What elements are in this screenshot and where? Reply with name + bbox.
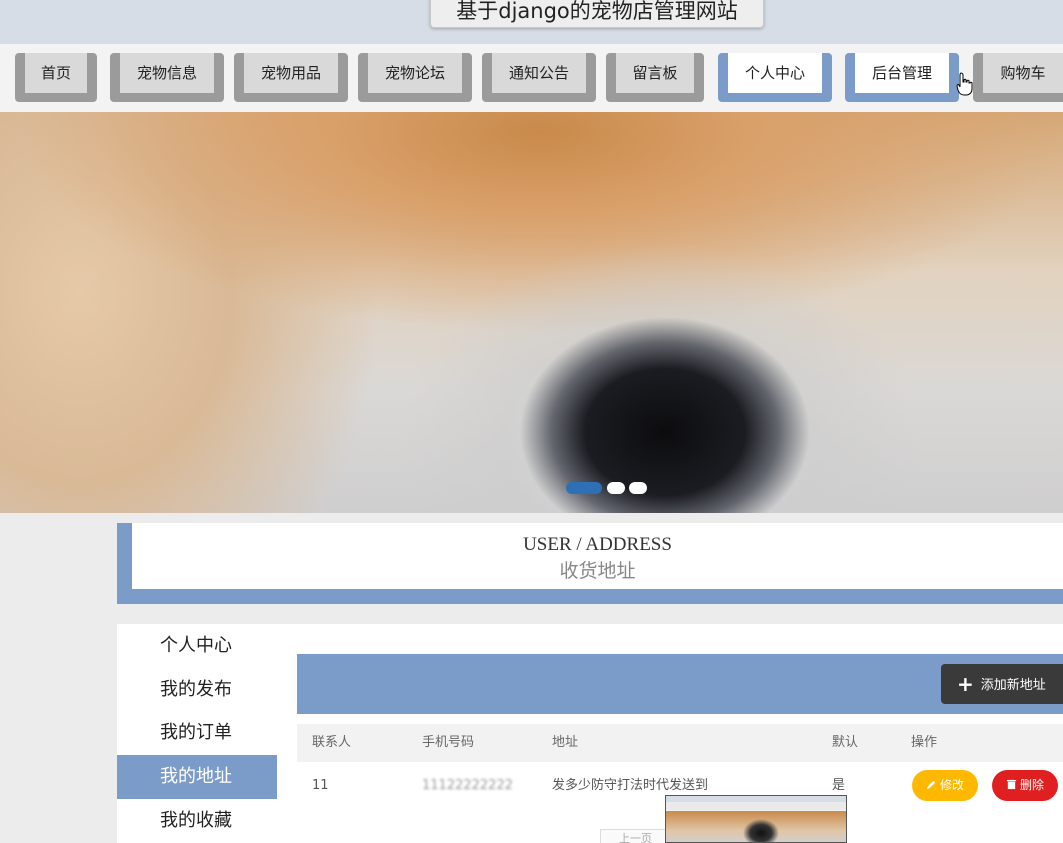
- nav-message-board[interactable]: 留言板: [606, 53, 704, 102]
- nav-admin[interactable]: 后台管理: [845, 53, 959, 102]
- section-title-cn: 收货地址: [559, 560, 636, 582]
- table-header: 联系人 手机号码 地址 默认 操作: [297, 724, 1063, 762]
- sidebar-item-personal-center[interactable]: 个人中心: [117, 624, 277, 668]
- site-title: 基于django的宠物店管理网站: [430, 0, 764, 28]
- carousel-dot-3[interactable]: [629, 482, 647, 494]
- delete-label: 删除: [1019, 778, 1044, 792]
- nav-pet-forum[interactable]: 宠物论坛: [358, 53, 472, 102]
- nav-notices[interactable]: 通知公告: [482, 53, 596, 102]
- thumb-nav: [666, 802, 846, 810]
- banner-image: [0, 112, 1063, 513]
- nav-home[interactable]: 首页: [15, 53, 97, 102]
- nav-label: 留言板: [616, 53, 694, 93]
- delete-button[interactable]: 删除: [992, 770, 1058, 801]
- nav-label: 购物车: [983, 53, 1063, 93]
- section-title-en: USER / ADDRESS: [523, 534, 672, 555]
- nav-label: 首页: [25, 53, 87, 93]
- thumb-banner: [666, 811, 846, 842]
- nav-personal-center[interactable]: 个人中心: [718, 53, 832, 102]
- nav-label: 个人中心: [728, 53, 822, 93]
- sidebar-item-my-posts[interactable]: 我的发布: [117, 668, 277, 712]
- plus-icon: +: [957, 672, 974, 696]
- edit-label: 修改: [939, 778, 964, 792]
- nav-cart[interactable]: 购物车: [973, 53, 1063, 102]
- carousel-dot-1[interactable]: [566, 482, 602, 494]
- nav-pet-supplies[interactable]: 宠物用品: [234, 53, 348, 102]
- section-header-panel: USER / ADDRESS 收货地址: [132, 523, 1063, 589]
- top-bar: 基于django的宠物店管理网站: [0, 0, 1063, 44]
- nav-label: 后台管理: [855, 53, 949, 93]
- pager-prev[interactable]: 上一页: [600, 829, 670, 843]
- trash-icon: [1006, 779, 1017, 790]
- col-phone: 手机号码: [422, 735, 475, 750]
- nav-label: 宠物信息: [120, 53, 214, 93]
- edit-button[interactable]: 修改: [912, 770, 978, 801]
- nav-pet-info[interactable]: 宠物信息: [110, 53, 224, 102]
- col-address: 地址: [552, 735, 579, 750]
- main-nav: 首页 宠物信息 宠物用品 宠物论坛 通知公告 留言板 个人中心 后台管理 购物车: [0, 44, 1063, 112]
- col-actions: 操作: [911, 735, 938, 750]
- sidebar-item-my-orders[interactable]: 我的订单: [117, 711, 277, 755]
- nav-label: 宠物论坛: [368, 53, 462, 93]
- section-header: USER / ADDRESS 收货地址: [117, 523, 1063, 604]
- add-address-button[interactable]: + 添加新地址: [941, 664, 1063, 704]
- cell-contact: 11: [312, 778, 329, 793]
- cell-phone: 11122222222: [422, 778, 513, 793]
- pencil-icon: [926, 780, 936, 790]
- col-default: 默认: [832, 735, 859, 750]
- col-contact: 联系人: [312, 735, 352, 750]
- nav-label: 宠物用品: [244, 53, 338, 93]
- add-address-label: 添加新地址: [980, 678, 1046, 693]
- nav-label: 通知公告: [492, 53, 586, 93]
- page-thumbnail-preview: [665, 795, 847, 843]
- sidebar-item-my-address[interactable]: 我的地址: [117, 755, 277, 799]
- sidebar-item-my-favorites[interactable]: 我的收藏: [117, 799, 277, 843]
- hand-cursor-icon: [956, 72, 973, 96]
- carousel-dot-2[interactable]: [607, 482, 625, 494]
